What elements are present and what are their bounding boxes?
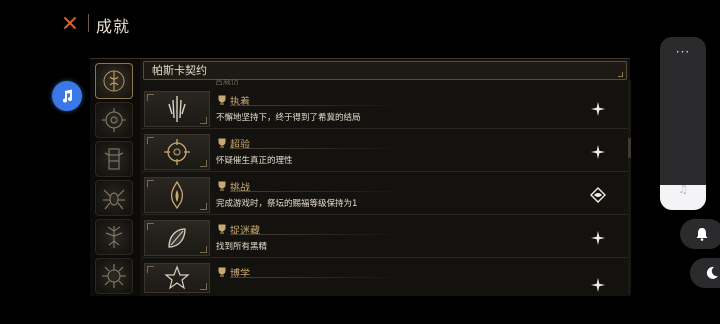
achievement-description: 完成游戏时，祭坛的赐福等级保持为1 [216,199,358,209]
category-spider-sigil[interactable] [95,180,133,216]
moon-button[interactable] [690,258,720,288]
volume-slider[interactable]: ··· ♫ [660,37,706,210]
star-emblem-icon [164,265,190,290]
leaf-emblem-icon [168,228,186,248]
music-note-small-icon: ♫ [678,183,688,196]
moon-icon [706,266,718,279]
achievement-panel: 帕斯卡契约 吕威仿 执着 不懈地坚持下，终于得到了希冀的结局 超验 怀疑催生真正… [90,58,630,296]
achievement-description: 怀疑催生真正的理性 [216,156,293,166]
achievement-thumb [144,263,210,293]
trophy-icon [218,181,226,191]
name-underline [230,105,406,106]
name-underline [230,191,406,192]
sparkle-icon [590,230,606,246]
music-note-icon [63,89,72,103]
sun-circle-icon [102,108,126,132]
category-totem[interactable] [95,141,133,177]
header-divider [88,14,89,32]
name-underline [230,234,406,235]
achievement-row[interactable]: 超验 怀疑催生真正的理性 [142,132,630,172]
achievement-row[interactable]: 挑战 完成游戏时，祭坛的赐福等级保持为1 [142,175,630,215]
category-sun-circle[interactable] [95,102,133,138]
achievement-thumb [144,220,210,256]
category-compass-rune[interactable] [95,63,133,99]
tree-sigil-icon [105,226,123,248]
name-underline [230,277,406,278]
trophy-icon [218,95,226,105]
sparkle-icon [590,144,606,160]
sun-sigil-icon [102,264,126,288]
category-sun-sigil[interactable] [95,258,133,294]
category-sidebar [90,59,140,296]
trophy-icon [218,224,226,234]
sparkle-icon [590,277,606,293]
sparkle-icon [590,101,606,117]
achievement-description: 不懈地坚持下，终于得到了希冀的结局 [216,113,361,123]
category-tree-sigil[interactable] [95,219,133,255]
compass-rune-icon [103,70,125,92]
spider-sigil-icon [103,189,125,210]
achievement-thumb [144,91,210,127]
achievement-thumb [144,134,210,170]
bell-button[interactable] [680,219,720,249]
achievement-thumb [144,177,210,213]
search-input[interactable]: 帕斯卡契约 [143,61,627,80]
scrollbar-track[interactable] [628,80,631,294]
achievement-row[interactable]: 执着 不懈地坚持下，终于得到了希冀的结局 [142,89,630,129]
trophy-icon [218,138,226,148]
more-dots-icon[interactable]: ··· [660,45,706,59]
flame-emblem-icon [170,180,184,210]
achievement-row[interactable]: 捉迷藏 找到所有黑精 [142,218,630,258]
name-underline [230,148,406,149]
clipped-text: 吕威仿 [215,79,239,85]
search-input-value: 帕斯卡契约 [152,64,207,77]
page-title: 成就 [96,17,131,36]
close-icon[interactable] [60,13,80,33]
eye-sigil-icon [590,187,606,203]
crosshair-emblem-icon [164,139,190,165]
achievement-description: 找到所有黑精 [216,242,268,252]
music-button[interactable] [52,81,82,111]
achievement-row[interactable]: 博学 [142,261,630,297]
bell-icon [696,228,708,241]
totem-icon [104,148,124,170]
claw-emblem-icon [168,96,186,122]
search-corner-ornament [618,72,623,77]
scrollbar-thumb[interactable] [628,138,631,158]
trophy-icon [218,267,226,277]
